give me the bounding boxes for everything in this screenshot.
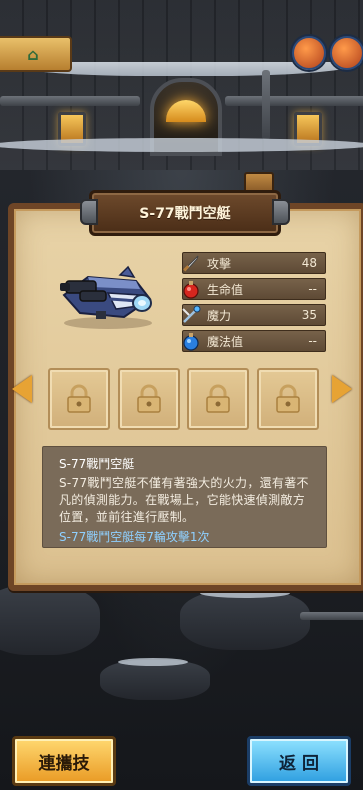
snow-patch [118,658,188,666]
stat-value: -- [308,334,317,348]
padlock-icon [137,384,161,413]
stat-row-health: 生命值 -- [182,278,326,300]
combo-skill-button[interactable]: 連攜技 [12,736,116,786]
item-name: S-77戰鬥空艇 [59,457,135,471]
home-button[interactable]: ⌂ [0,36,72,72]
stat-row-magic: 魔力 35 [182,304,326,326]
background-pipe [262,70,270,140]
settings-button[interactable] [330,36,363,70]
padlock-icon [276,384,300,413]
locked-slot[interactable] [187,368,249,430]
sword-icon [179,251,203,275]
magic-staff-icon [179,303,203,327]
back-label: 返 回 [279,753,319,774]
stat-row-mana: 魔法值 -- [182,330,326,352]
stat-label: 魔力 [207,308,232,323]
stat-label: 生命值 [207,282,244,297]
background-pipe [225,96,363,106]
stat-label: 魔法值 [207,334,244,349]
locked-slot[interactable] [118,368,180,430]
padlock-icon [67,384,91,413]
stat-row-attack: 攻擊 48 [182,252,326,274]
home-icon: ⌂ [27,44,39,64]
stat-value: 35 [301,308,317,322]
previous-item-arrow[interactable] [12,375,32,403]
locked-slot[interactable] [257,368,319,430]
background-rock [0,585,100,655]
stat-value: -- [308,282,317,296]
background-rock [100,660,210,700]
next-item-arrow[interactable] [332,375,352,403]
airship-icon [60,265,152,329]
stat-value: 48 [301,256,317,270]
back-button[interactable]: 返 回 [247,736,351,786]
snow-ledge [0,138,363,152]
item-description-box: S-77戰鬥空艇 S-77戰鬥空艇不僅有著強大的火力，還有著不凡的偵測能力。在戰… [42,446,327,548]
item-title: S-77戰鬥空艇 [139,206,231,222]
mana-potion-icon [179,329,203,353]
title-banner: S-77戰鬥空艇 [80,190,290,236]
background-pipe [300,612,363,620]
background-pipe [0,96,140,106]
padlock-icon [206,384,230,413]
health-potion-icon [179,277,203,301]
profile-button[interactable] [292,36,326,70]
stat-label: 攻擊 [207,256,232,271]
item-effect: S-77戰鬥空艇每7輪攻擊1次 [59,530,210,544]
combo-skill-label: 連攜技 [38,753,90,774]
background-rock [180,590,310,650]
item-description: S-77戰鬥空艇不僅有著強大的火力，還有著不凡的偵測能力。在戰場上，它能快速偵測… [59,476,309,524]
locked-slot[interactable] [48,368,110,430]
